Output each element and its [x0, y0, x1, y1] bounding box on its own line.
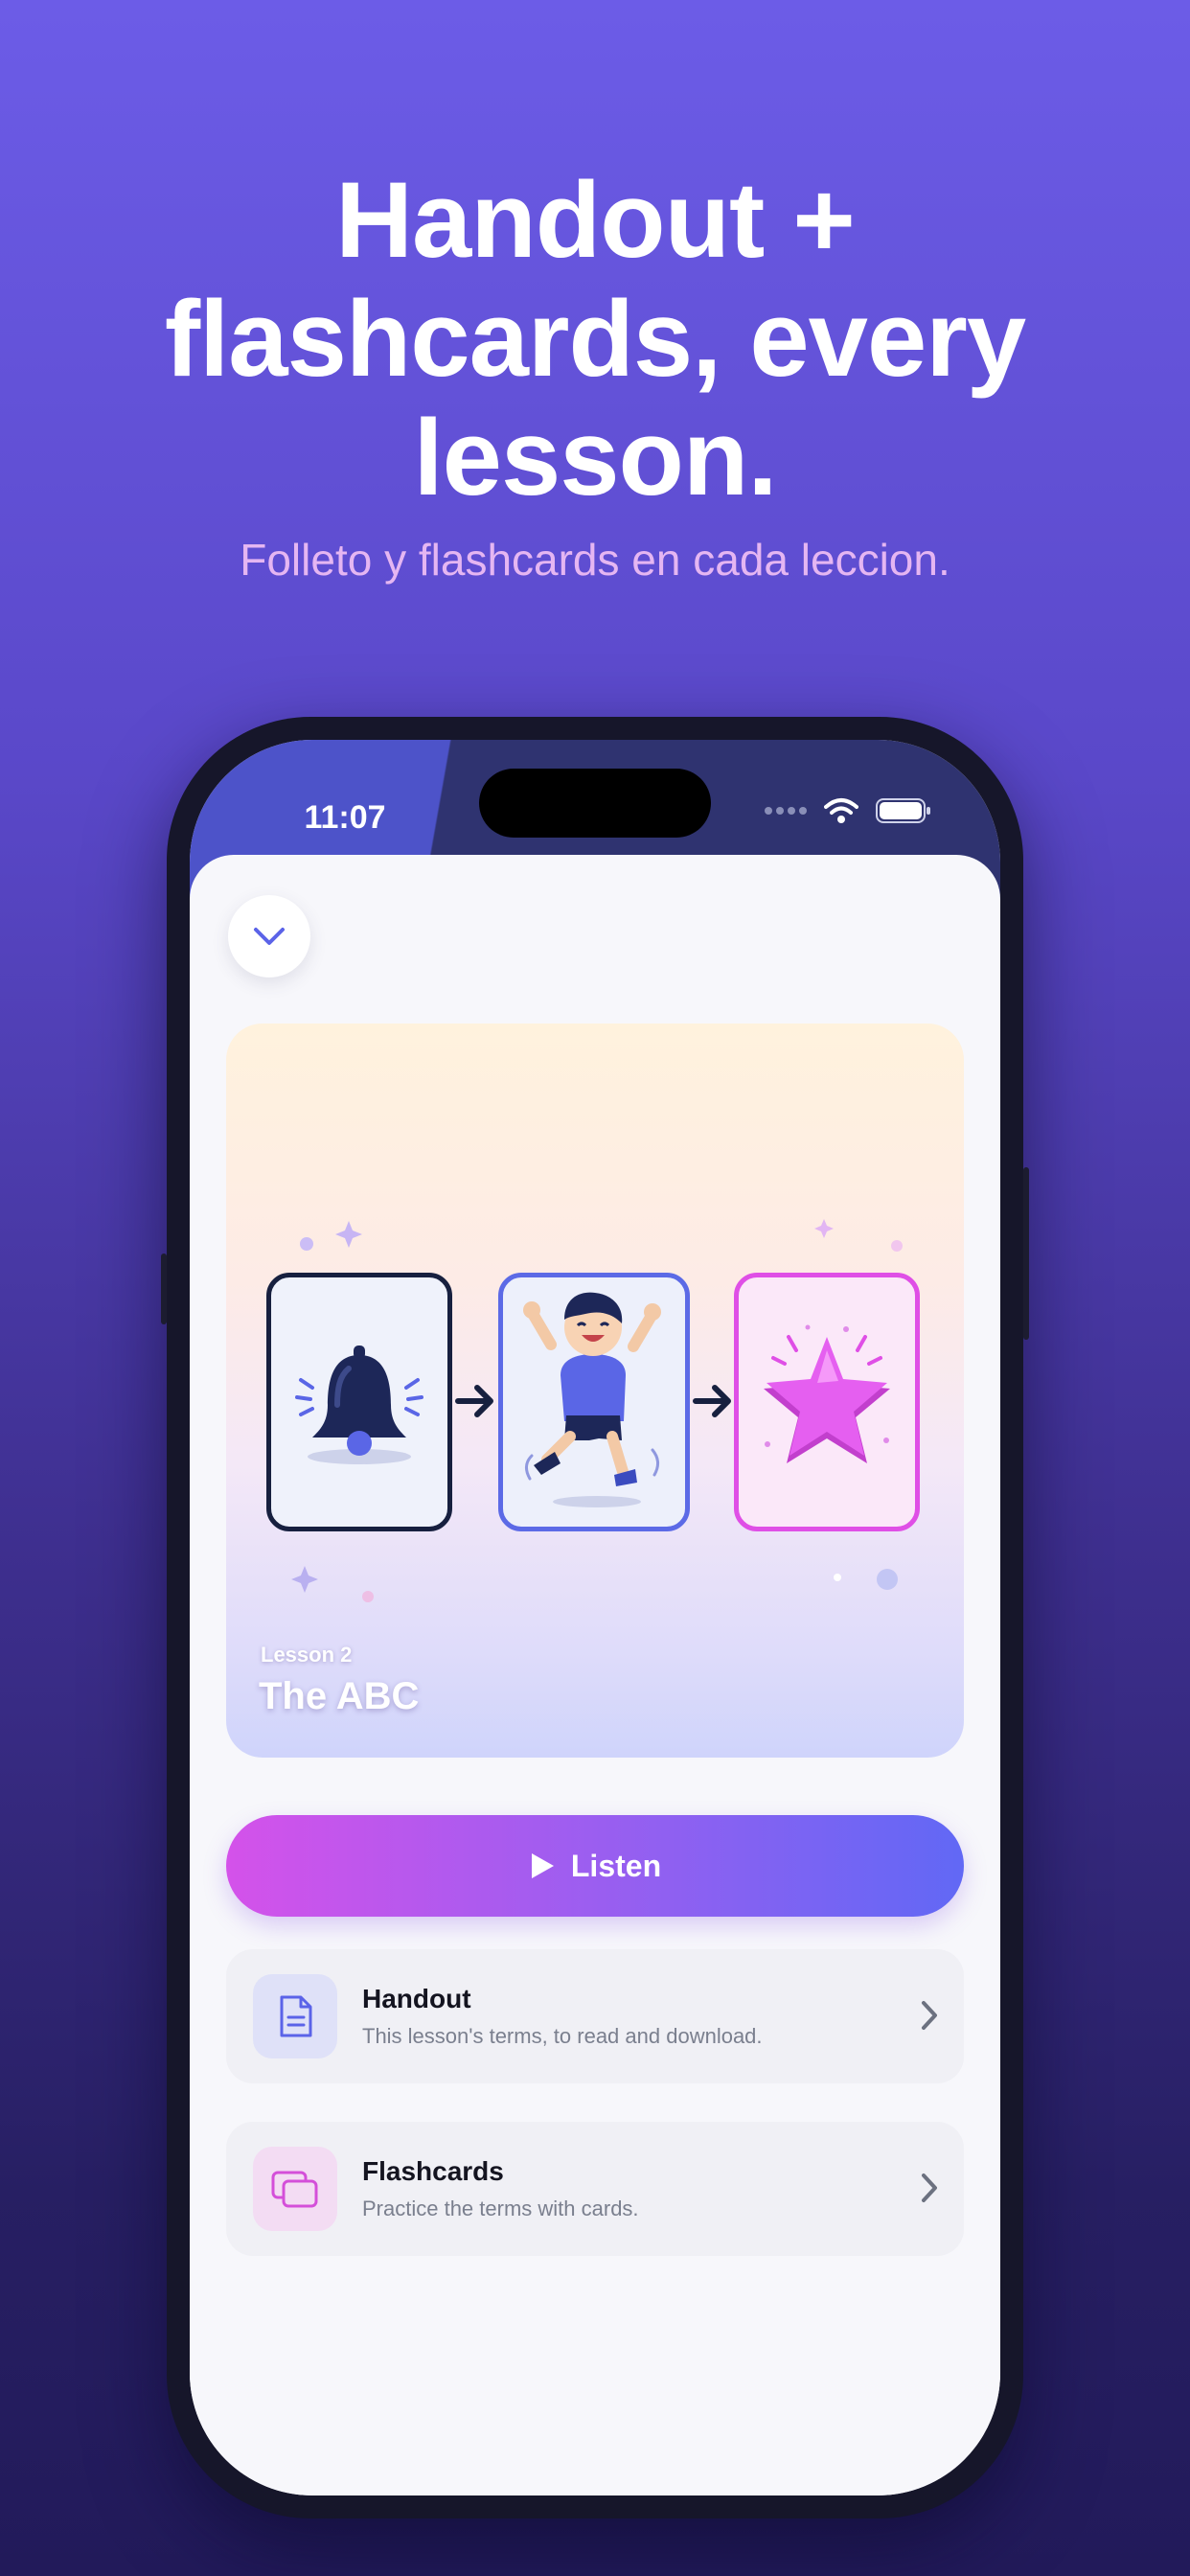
wifi-icon [824, 798, 858, 823]
headline-line-1: Handout + [335, 160, 856, 280]
handout-subtitle: This lesson's terms, to read and downloa… [362, 2024, 763, 2048]
status-icons [765, 797, 931, 824]
promo-headline: Handout + flashcards, every lesson. [0, 161, 1190, 518]
star-card [734, 1273, 920, 1531]
flashcards-subtitle: Practice the terms with cards. [362, 2196, 639, 2220]
listen-button[interactable]: Listen [226, 1815, 964, 1917]
headline-line-2: flashcards, every [164, 279, 1026, 399]
star-icon [764, 1324, 890, 1463]
headline-line-3: lesson. [413, 398, 778, 518]
dynamic-island [479, 769, 711, 838]
chevron-right-icon [922, 2001, 937, 2030]
play-icon [531, 1853, 554, 1878]
bell-icon [295, 1346, 423, 1464]
phone-side-button [161, 1254, 167, 1324]
handout-row[interactable]: Handout This lesson's terms, to read and… [226, 1949, 964, 2083]
flashcards-title: Flashcards [362, 2156, 504, 2186]
bell-card [266, 1273, 452, 1531]
jumping-boy-illustration [523, 1292, 661, 1507]
collapse-button[interactable] [228, 895, 310, 978]
flashcards-icon-tile [253, 2147, 337, 2231]
battery-icon [876, 798, 930, 823]
status-time: 11:07 [304, 799, 386, 836]
arrow-right-icon [693, 1385, 731, 1417]
promo-subheadline: Folleto y flashcards en cada leccion. [240, 535, 950, 585]
handout-icon-tile [253, 1974, 337, 2058]
lesson-hero-card[interactable]: Lesson 2 The ABC [226, 1024, 964, 1758]
signal-dots-icon [765, 807, 807, 815]
chevron-right-icon [922, 2174, 937, 2202]
chevron-down-icon [254, 928, 285, 945]
lesson-sheet: Lesson 2 The ABC Listen Handout This les… [190, 855, 1000, 2496]
flashcards-row[interactable]: Flashcards Practice the terms with cards… [226, 2122, 964, 2256]
phone-screen: 11:07 Lesson 2 The ABC Listen Handout Th… [190, 740, 1000, 2496]
cards-icon [271, 2171, 318, 2208]
lesson-title: The ABC [259, 1675, 420, 1717]
handout-title: Handout [362, 1984, 471, 2013]
arrow-right-icon [455, 1385, 493, 1417]
lesson-number-label: Lesson 2 [261, 1643, 353, 1667]
jumping-boy-card [498, 1273, 690, 1531]
listen-button-label: Listen [570, 1848, 662, 1883]
phone-power-button [1023, 1167, 1029, 1340]
phone-frame: 11:07 Lesson 2 The ABC Listen Handout Th… [161, 717, 1029, 2518]
document-icon [280, 1995, 312, 2037]
